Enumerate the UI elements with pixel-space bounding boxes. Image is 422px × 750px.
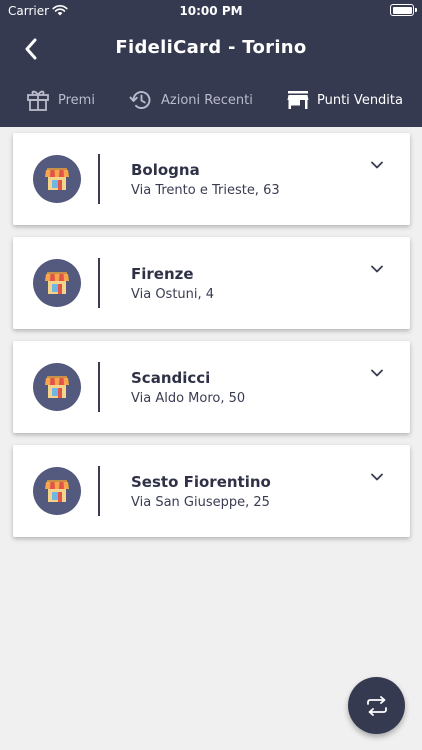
store-address: Via Trento e Trieste, 63 <box>131 183 280 198</box>
chevron-down-icon[interactable] <box>369 159 385 171</box>
store-address: Via Ostuni, 4 <box>131 287 215 302</box>
tab-bar: Premi Azioni Recenti Punti Vendita <box>0 80 422 120</box>
store-avatar <box>33 259 81 307</box>
gift-icon <box>27 90 49 111</box>
tab-azioni-recenti[interactable]: Azioni Recenti <box>129 88 253 112</box>
store-card-bologna[interactable]: Bologna Via Trento e Trieste, 63 <box>13 133 410 225</box>
store-avatar <box>33 467 81 515</box>
status-bar: Carrier 10:00 PM <box>0 0 422 22</box>
tab-label: Premi <box>58 92 95 108</box>
page-title: FideliCard - Torino <box>115 37 307 58</box>
chevron-down-icon[interactable] <box>369 263 385 275</box>
store-name: Firenze <box>131 265 194 283</box>
store-card-sesto-fiorentino[interactable]: Sesto Fiorentino Via San Giuseppe, 25 <box>13 445 410 537</box>
app-header: Carrier 10:00 PM FideliCard - Torino Pre… <box>0 0 422 127</box>
store-icon <box>287 91 309 109</box>
divider <box>98 466 100 516</box>
shop-icon <box>45 376 69 398</box>
shop-icon <box>45 168 69 190</box>
history-icon <box>129 91 151 109</box>
shop-icon <box>45 272 69 294</box>
tab-label: Azioni Recenti <box>161 92 253 108</box>
divider <box>98 258 100 308</box>
store-card-firenze[interactable]: Firenze Via Ostuni, 4 <box>13 237 410 329</box>
chevron-down-icon[interactable] <box>369 471 385 483</box>
tab-label: Punti Vendita <box>317 92 403 108</box>
tab-premi[interactable]: Premi <box>26 88 95 112</box>
tab-punti-vendita[interactable]: Punti Vendita <box>287 88 403 112</box>
chevron-down-icon[interactable] <box>369 367 385 379</box>
store-name: Sesto Fiorentino <box>131 473 271 491</box>
store-avatar <box>33 155 81 203</box>
shop-icon <box>45 480 69 502</box>
battery-icon <box>390 4 417 16</box>
switch-location-button[interactable] <box>348 677 405 734</box>
store-avatar <box>33 363 81 411</box>
divider <box>98 362 100 412</box>
store-address: Via Aldo Moro, 50 <box>131 391 246 406</box>
store-name: Bologna <box>131 161 200 179</box>
divider <box>98 154 100 204</box>
store-address: Via San Giuseppe, 25 <box>131 495 270 510</box>
store-name: Scandicci <box>131 369 211 387</box>
store-card-scandicci[interactable]: Scandicci Via Aldo Moro, 50 <box>13 341 410 433</box>
swap-icon <box>366 695 387 716</box>
clock: 10:00 PM <box>179 4 243 18</box>
